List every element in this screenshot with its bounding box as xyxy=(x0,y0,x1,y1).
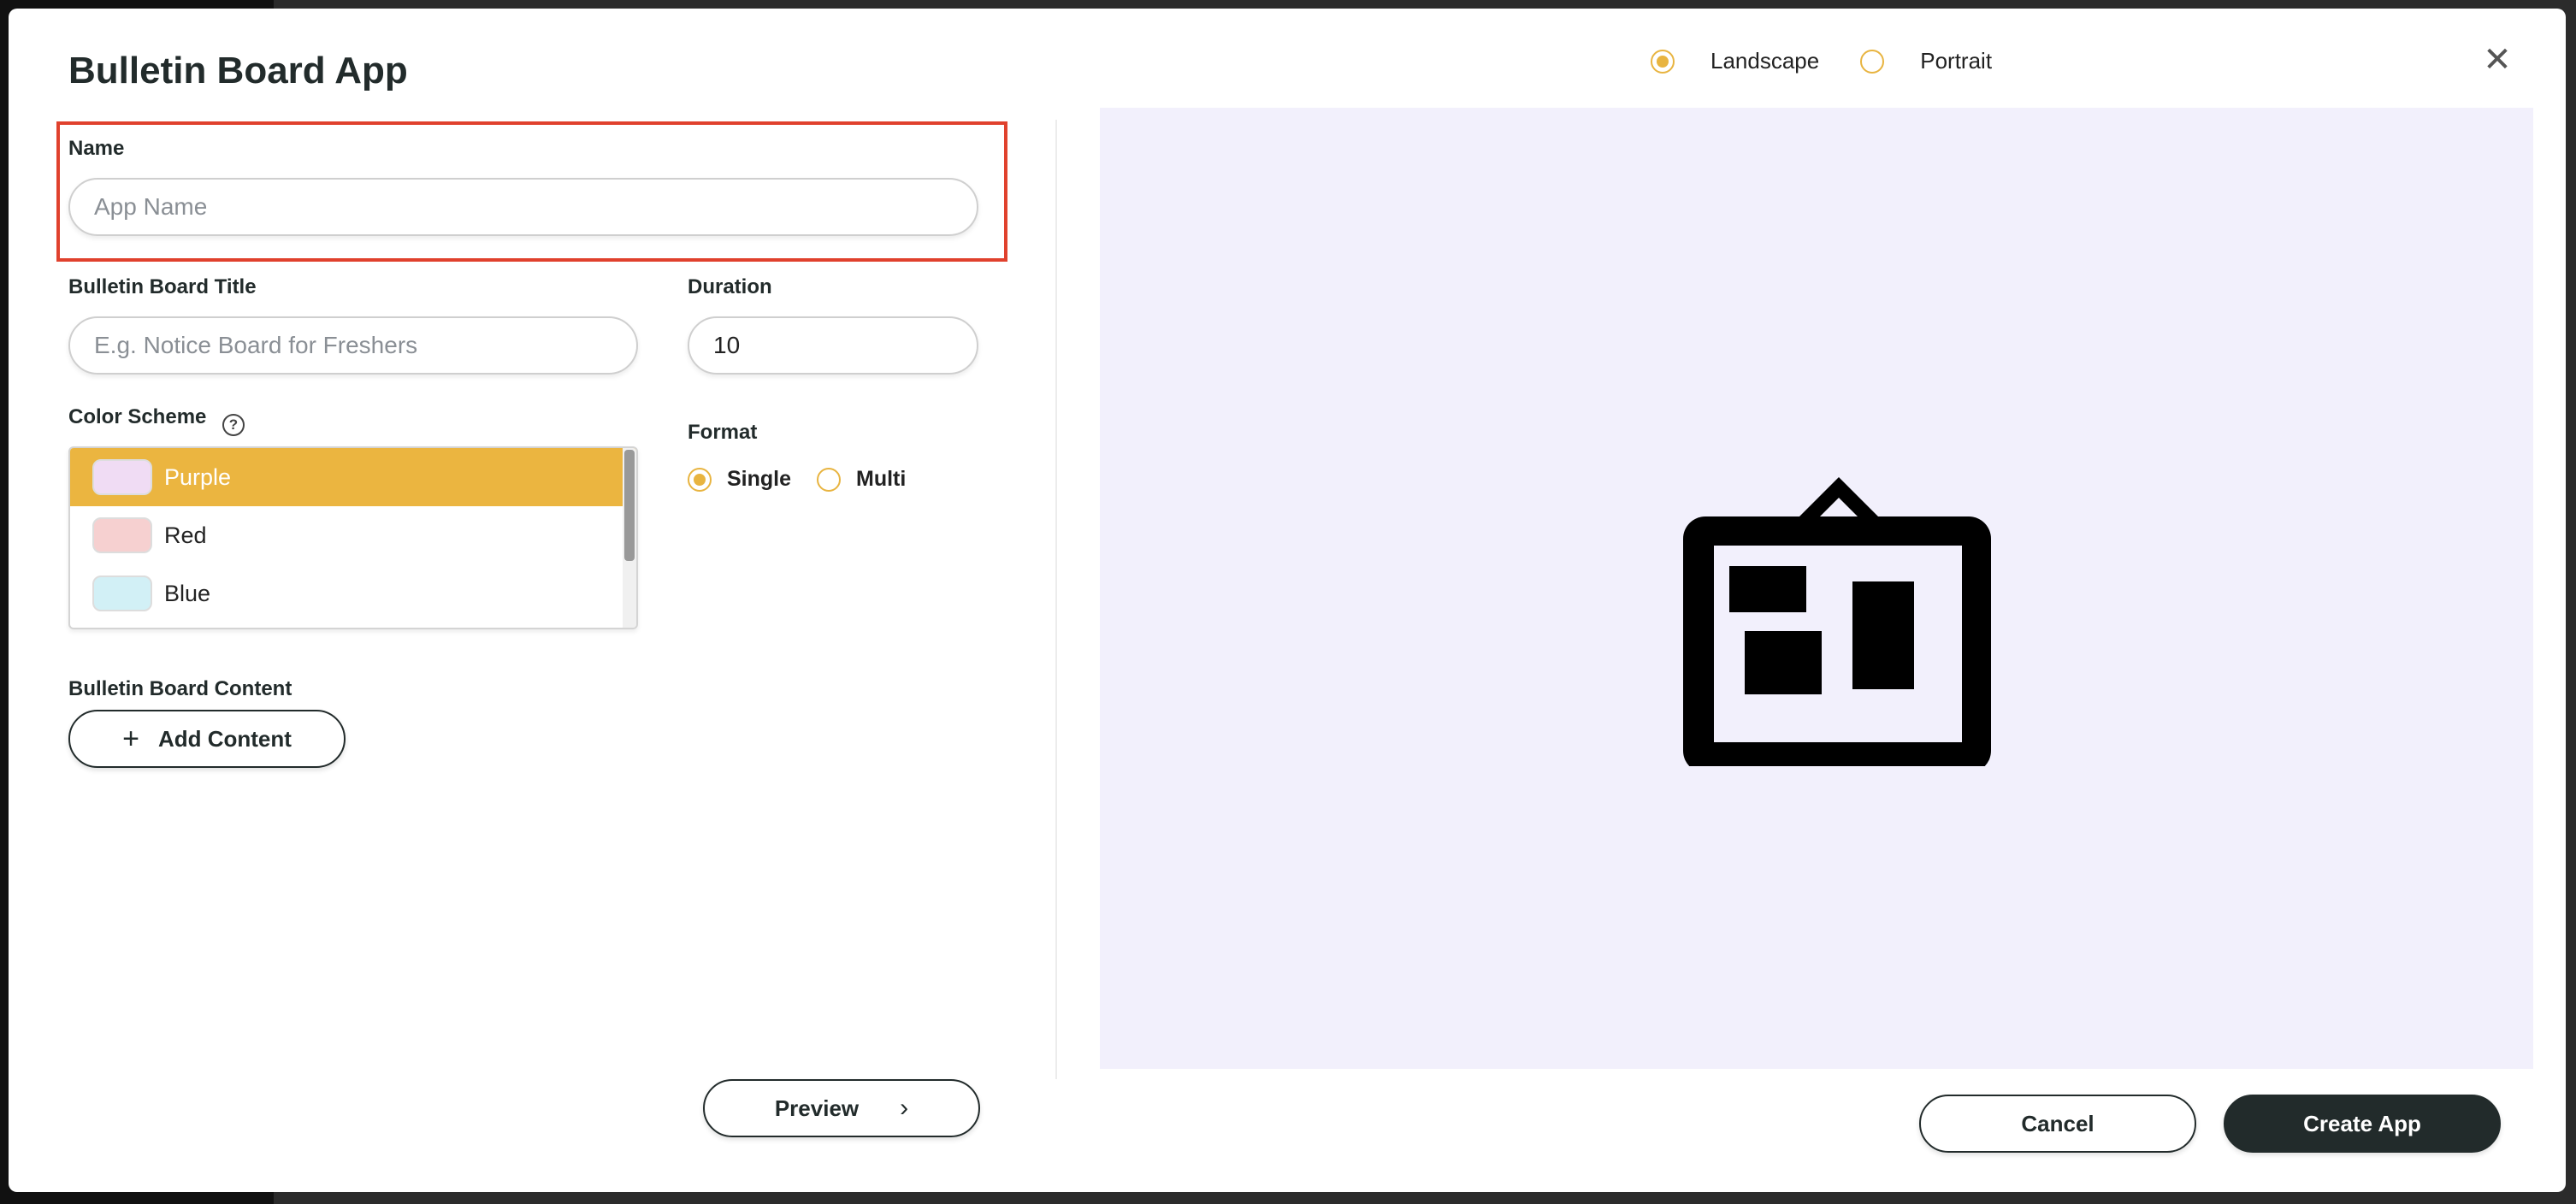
help-icon[interactable]: ? xyxy=(222,414,245,436)
color-option-label: Blue xyxy=(164,580,211,606)
format-radio-group: Single Multi xyxy=(688,467,906,492)
blue-swatch xyxy=(92,575,152,611)
cancel-button[interactable]: Cancel xyxy=(1919,1095,2196,1153)
color-scheme-list[interactable]: Purple Red Blue xyxy=(68,446,638,629)
bulletin-title-label: Bulletin Board Title xyxy=(68,275,257,298)
multi-label: Multi xyxy=(856,467,907,491)
orientation-landscape-option[interactable]: Landscape xyxy=(1651,48,1819,74)
color-scheme-label: Color Scheme xyxy=(68,405,207,428)
bulletin-board-modal: Bulletin Board App Landscape Portrait ✕ … xyxy=(9,9,2566,1192)
scrollbar-thumb[interactable] xyxy=(624,450,635,561)
create-app-label: Create App xyxy=(2303,1110,2421,1136)
single-label: Single xyxy=(727,467,792,491)
landscape-radio[interactable] xyxy=(1651,49,1675,74)
preview-button[interactable]: Preview › xyxy=(703,1079,980,1137)
format-single-option[interactable]: Single xyxy=(688,467,791,492)
app-name-input[interactable] xyxy=(68,178,978,236)
multi-radio[interactable] xyxy=(817,467,842,492)
orientation-radio-group: Landscape Portrait xyxy=(1651,48,1992,74)
plus-icon: + xyxy=(122,722,139,755)
bulletin-content-label: Bulletin Board Content xyxy=(68,677,292,700)
format-label: Format xyxy=(688,421,758,444)
duration-input[interactable] xyxy=(688,316,978,375)
cancel-label: Cancel xyxy=(2021,1110,2094,1136)
color-list-scrollbar[interactable] xyxy=(623,448,636,628)
purple-swatch xyxy=(92,459,152,495)
format-multi-option[interactable]: Multi xyxy=(817,467,906,492)
landscape-label: Landscape xyxy=(1710,48,1820,74)
name-label: Name xyxy=(68,137,125,160)
chevron-right-icon: › xyxy=(900,1094,909,1122)
color-option-red[interactable]: Red xyxy=(70,506,636,564)
preview-pane xyxy=(1100,108,2533,1069)
add-content-label: Add Content xyxy=(157,725,292,752)
color-option-label: Purple xyxy=(164,463,232,490)
color-option-blue[interactable]: Blue xyxy=(70,564,636,623)
create-app-button[interactable]: Create App xyxy=(2224,1095,2501,1153)
color-option-label: Red xyxy=(164,522,207,548)
preview-label: Preview xyxy=(774,1095,860,1121)
bulletin-board-icon xyxy=(1683,477,1991,766)
portrait-label: Portrait xyxy=(1920,48,1993,74)
color-option-purple[interactable]: Purple xyxy=(70,448,636,506)
column-divider xyxy=(1055,120,1057,1079)
single-radio[interactable] xyxy=(688,467,712,492)
add-content-button[interactable]: + Add Content xyxy=(68,710,346,768)
red-swatch xyxy=(92,517,152,553)
modal-title: Bulletin Board App xyxy=(68,50,408,91)
orientation-portrait-option[interactable]: Portrait xyxy=(1860,48,1992,74)
bulletin-title-input[interactable] xyxy=(68,316,638,375)
close-icon[interactable]: ✕ xyxy=(2479,41,2516,79)
portrait-radio[interactable] xyxy=(1860,49,1885,74)
duration-label: Duration xyxy=(688,275,772,298)
